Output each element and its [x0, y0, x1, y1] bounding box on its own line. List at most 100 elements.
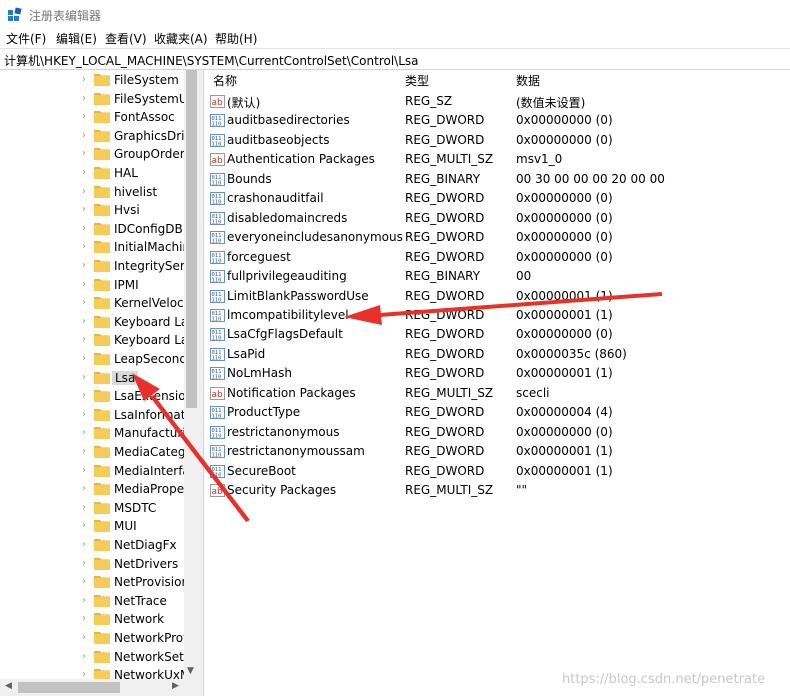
chevron-right-icon[interactable]: ›: [82, 167, 90, 179]
value-row[interactable]: 011 110 SecureBoot REG_DWORD 0x00000001 (1): [205, 462, 790, 481]
menu-file[interactable]: 文件(F): [6, 30, 46, 47]
tree-item[interactable]: › Keyboard Lay: [0, 313, 184, 332]
menu-edit[interactable]: 编辑(E): [56, 30, 97, 47]
chevron-right-icon[interactable]: ›: [82, 111, 90, 123]
chevron-right-icon[interactable]: ›: [82, 483, 90, 495]
tree-item[interactable]: › IntegrityServi: [0, 257, 184, 276]
chevron-right-icon[interactable]: ›: [82, 409, 90, 421]
chevron-right-icon[interactable]: ›: [82, 502, 90, 514]
tree-item[interactable]: › Network: [0, 610, 184, 629]
pane-splitter[interactable]: [199, 70, 204, 696]
tree-item[interactable]: › MediaCatego: [0, 443, 184, 462]
tree-item[interactable]: › FileSystemUti: [0, 90, 184, 109]
tree-item[interactable]: › NetProvision: [0, 573, 184, 592]
tree-item[interactable]: › KernelVelocit: [0, 294, 184, 313]
value-row[interactable]: ab (默认) REG_SZ (数值未设置): [205, 92, 790, 111]
value-row[interactable]: 011 110 crashonauditfail REG_DWORD 0x0000000…: [205, 189, 790, 208]
chevron-right-icon[interactable]: ›: [82, 613, 90, 625]
chevron-right-icon[interactable]: ›: [82, 204, 90, 216]
column-header-type[interactable]: 类型: [405, 72, 429, 89]
tree-item[interactable]: › NetDiagFx: [0, 536, 184, 555]
tree-item[interactable]: › NetTrace: [0, 592, 184, 611]
tree-item[interactable]: › MSDTC: [0, 499, 184, 518]
chevron-right-icon[interactable]: ›: [82, 74, 90, 86]
tree-item[interactable]: › NetworkSetu: [0, 648, 184, 667]
chevron-right-icon[interactable]: ›: [82, 372, 90, 384]
tree-item[interactable]: › Hvsi: [0, 201, 184, 220]
value-row[interactable]: 011 110 LsaCfgFlagsDefault REG_DWORD 0x00000…: [205, 325, 790, 344]
tree-item[interactable]: › InitialMachine: [0, 238, 184, 257]
value-row[interactable]: 011 110 everyoneincludesanonymous REG_DWORD…: [205, 228, 790, 247]
value-row[interactable]: 011 110 fullprivilegeauditing REG_BINARY 00: [205, 267, 790, 286]
tree-item[interactable]: › hivelist: [0, 183, 184, 202]
tree-item[interactable]: › LsaInformati: [0, 406, 184, 425]
chevron-right-icon[interactable]: ›: [82, 223, 90, 235]
value-row[interactable]: 011 110 Bounds REG_BINARY 00 30 00 00 00 20 …: [205, 170, 790, 189]
chevron-right-icon[interactable]: ›: [82, 520, 90, 532]
tree-item[interactable]: › LsaExtension: [0, 387, 184, 406]
value-row[interactable]: ab Security Packages REG_MULTI_SZ "": [205, 481, 790, 500]
chevron-right-icon[interactable]: ›: [82, 316, 90, 328]
tree-item[interactable]: › NetworkProv: [0, 629, 184, 648]
chevron-right-icon[interactable]: ›: [82, 427, 90, 439]
value-row[interactable]: ab Notification Packages REG_MULTI_SZ scecl…: [205, 384, 790, 403]
chevron-right-icon[interactable]: ›: [82, 241, 90, 253]
scroll-left-icon[interactable]: ◀: [5, 681, 12, 691]
chevron-right-icon[interactable]: ›: [82, 279, 90, 291]
tree-item[interactable]: › FontAssoc: [0, 108, 184, 127]
tree-item[interactable]: › Lsa: [0, 369, 184, 388]
address-bar[interactable]: 计算机\HKEY_LOCAL_MACHINE\SYSTEM\CurrentCon…: [0, 48, 790, 70]
chevron-right-icon[interactable]: ›: [82, 148, 90, 160]
chevron-right-icon[interactable]: ›: [82, 576, 90, 588]
chevron-right-icon[interactable]: ›: [82, 465, 90, 477]
value-row[interactable]: 011 110 auditbasedirectories REG_DWORD 0x000…: [205, 111, 790, 130]
tree-item[interactable]: › FileSystem: [0, 71, 184, 90]
value-row[interactable]: 011 110 forceguest REG_DWORD 0x00000000 (0): [205, 248, 790, 267]
chevron-right-icon[interactable]: ›: [82, 595, 90, 607]
chevron-right-icon[interactable]: ›: [82, 93, 90, 105]
chevron-right-icon[interactable]: ›: [82, 390, 90, 402]
chevron-right-icon[interactable]: ›: [82, 334, 90, 346]
tree-item[interactable]: › MediaInterfa: [0, 462, 184, 481]
menu-view[interactable]: 查看(V): [105, 30, 147, 47]
value-row[interactable]: 011 110 LsaPid REG_DWORD 0x0000035c (860): [205, 345, 790, 364]
tree-item[interactable]: › Manufacturi: [0, 424, 184, 443]
chevron-right-icon[interactable]: ›: [82, 260, 90, 272]
tree-item[interactable]: › NetDrivers: [0, 555, 184, 574]
tree-item[interactable]: › HAL: [0, 164, 184, 183]
tree-horizontal-scrollbar[interactable]: ◀ ▶: [0, 679, 199, 696]
tree-item[interactable]: › LeapSecondI: [0, 350, 184, 369]
tree-scroll-thumb[interactable]: [186, 70, 197, 408]
value-row[interactable]: 011 110 auditbaseobjects REG_DWORD 0x0000000…: [205, 131, 790, 150]
tree-item[interactable]: › GroupOrderL: [0, 145, 184, 164]
chevron-right-icon[interactable]: ›: [82, 297, 90, 309]
menu-favorites[interactable]: 收藏夹(A): [154, 30, 208, 47]
value-row[interactable]: ab Authentication Packages REG_MULTI_SZ msv…: [205, 150, 790, 169]
tree-item[interactable]: › IPMI: [0, 276, 184, 295]
value-row[interactable]: 011 110 LimitBlankPasswordUse REG_DWORD 0x00…: [205, 287, 790, 306]
column-header-name[interactable]: 名称: [213, 72, 237, 89]
value-row[interactable]: 011 110 NoLmHash REG_DWORD 0x00000001 (1): [205, 364, 790, 383]
value-row[interactable]: 011 110 lmcompatibilitylevel REG_DWORD 0x000…: [205, 306, 790, 325]
value-row[interactable]: 011 110 restrictanonymous REG_DWORD 0x000000…: [205, 423, 790, 442]
tree-item[interactable]: › Keyboard Lay: [0, 331, 184, 350]
chevron-right-icon[interactable]: ›: [82, 632, 90, 644]
scroll-down-icon[interactable]: ▼: [187, 666, 194, 676]
value-row[interactable]: 011 110 disabledomaincreds REG_DWORD 0x00000…: [205, 209, 790, 228]
value-row[interactable]: 011 110 restrictanonymoussam REG_DWORD 0x000…: [205, 442, 790, 461]
address-path[interactable]: 计算机\HKEY_LOCAL_MACHINE\SYSTEM\CurrentCon…: [4, 52, 419, 69]
chevron-right-icon[interactable]: ›: [82, 186, 90, 198]
tree-vertical-scrollbar[interactable]: ▼: [184, 70, 199, 679]
column-header-data[interactable]: 数据: [516, 72, 540, 89]
chevron-right-icon[interactable]: ›: [82, 539, 90, 551]
scroll-right-icon[interactable]: ▶: [172, 681, 179, 691]
chevron-right-icon[interactable]: ›: [82, 446, 90, 458]
tree-item[interactable]: › GraphicsDrive: [0, 127, 184, 146]
tree-hscroll-thumb[interactable]: [18, 682, 120, 693]
chevron-right-icon[interactable]: ›: [82, 651, 90, 663]
tree-item[interactable]: › MediaPropert: [0, 480, 184, 499]
chevron-right-icon[interactable]: ›: [82, 558, 90, 570]
chevron-right-icon[interactable]: ›: [82, 130, 90, 142]
menu-help[interactable]: 帮助(H): [215, 30, 257, 47]
tree-item[interactable]: › IDConfigDB: [0, 220, 184, 239]
